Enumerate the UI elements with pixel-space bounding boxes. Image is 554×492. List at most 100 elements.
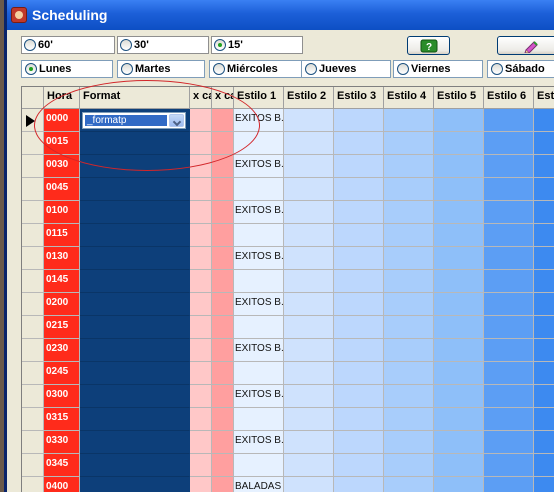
estilo-5-cell[interactable] [434, 109, 484, 132]
format-cell[interactable] [80, 316, 190, 339]
estilo-2-cell[interactable] [284, 132, 334, 155]
estilo-7-cell[interactable] [534, 155, 554, 178]
estilo-1-cell[interactable] [234, 408, 284, 431]
radio-selected-icon[interactable] [214, 39, 226, 51]
estilo-1-cell[interactable]: EXITOS B... [234, 339, 284, 362]
x-ca-1-cell[interactable] [190, 224, 212, 247]
hora-cell[interactable]: 0245 [44, 362, 80, 385]
estilo-3-cell[interactable] [334, 454, 384, 477]
day-option-martes[interactable]: Martes [117, 60, 205, 78]
hora-cell[interactable]: 0400 [44, 477, 80, 492]
estilo-4-cell[interactable] [384, 431, 434, 454]
day-option-lunes[interactable]: Lunes [21, 60, 113, 78]
format-cell[interactable] [80, 178, 190, 201]
estilo-6-cell[interactable] [484, 224, 534, 247]
table-row[interactable]: 0245 [22, 362, 554, 385]
estilo-5-cell[interactable] [434, 178, 484, 201]
x-ca-1-cell[interactable] [190, 270, 212, 293]
hora-cell[interactable]: 0145 [44, 270, 80, 293]
estilo-2-cell[interactable] [284, 293, 334, 316]
interval-60-option[interactable]: 60' [21, 36, 115, 54]
format-cell[interactable] [80, 224, 190, 247]
estilo-7-cell[interactable] [534, 362, 554, 385]
estilo-2-cell[interactable] [284, 155, 334, 178]
estilo-1-cell[interactable] [234, 362, 284, 385]
estilo-3-cell[interactable] [334, 270, 384, 293]
estilo-3-cell[interactable] [334, 109, 384, 132]
header-estilo-5[interactable]: Estilo 5 [434, 87, 484, 109]
table-row[interactable]: 0130 EXITOS B... [22, 247, 554, 270]
estilo-4-cell[interactable] [384, 201, 434, 224]
x-ca-1-cell[interactable] [190, 316, 212, 339]
x-ca-1-cell[interactable] [190, 109, 212, 132]
header-x-ca-1[interactable]: x ca [190, 87, 212, 109]
table-row[interactable]: 0400 BALADAS [22, 477, 554, 492]
estilo-1-cell[interactable]: BALADAS [234, 477, 284, 492]
table-row[interactable]: 0145 [22, 270, 554, 293]
hora-cell[interactable]: 0345 [44, 454, 80, 477]
estilo-6-cell[interactable] [484, 362, 534, 385]
estilo-5-cell[interactable] [434, 224, 484, 247]
x-ca-2-cell[interactable] [212, 316, 234, 339]
x-ca-2-cell[interactable] [212, 155, 234, 178]
x-ca-2-cell[interactable] [212, 201, 234, 224]
x-ca-2-cell[interactable] [212, 270, 234, 293]
estilo-1-cell[interactable]: EXITOS B... [234, 431, 284, 454]
hora-cell[interactable]: 0030 [44, 155, 80, 178]
estilo-4-cell[interactable] [384, 408, 434, 431]
x-ca-2-cell[interactable] [212, 224, 234, 247]
header-estilo-4[interactable]: Estilo 4 [384, 87, 434, 109]
estilo-1-cell[interactable] [234, 224, 284, 247]
estilo-7-cell[interactable] [534, 477, 554, 492]
table-row[interactable]: 0115 [22, 224, 554, 247]
estilo-1-cell[interactable] [234, 178, 284, 201]
edit-button[interactable] [497, 36, 554, 55]
estilo-2-cell[interactable] [284, 339, 334, 362]
format-cell[interactable] [80, 201, 190, 224]
estilo-7-cell[interactable] [534, 247, 554, 270]
estilo-4-cell[interactable] [384, 293, 434, 316]
x-ca-1-cell[interactable] [190, 132, 212, 155]
x-ca-2-cell[interactable] [212, 362, 234, 385]
estilo-2-cell[interactable] [284, 385, 334, 408]
estilo-1-cell[interactable] [234, 454, 284, 477]
estilo-6-cell[interactable] [484, 431, 534, 454]
x-ca-2-cell[interactable] [212, 454, 234, 477]
estilo-7-cell[interactable] [534, 201, 554, 224]
hora-cell[interactable]: 0330 [44, 431, 80, 454]
format-cell[interactable] [80, 339, 190, 362]
format-cell[interactable]: _formatp [80, 109, 190, 132]
x-ca-1-cell[interactable] [190, 201, 212, 224]
x-ca-2-cell[interactable] [212, 431, 234, 454]
title-bar[interactable]: Scheduling [7, 0, 554, 30]
x-ca-2-cell[interactable] [212, 408, 234, 431]
help-button[interactable]: ? [407, 36, 450, 55]
estilo-5-cell[interactable] [434, 201, 484, 224]
hora-cell[interactable]: 0300 [44, 385, 80, 408]
estilo-7-cell[interactable] [534, 339, 554, 362]
hora-cell[interactable]: 0000 [44, 109, 80, 132]
estilo-5-cell[interactable] [434, 316, 484, 339]
format-cell[interactable] [80, 155, 190, 178]
x-ca-1-cell[interactable] [190, 339, 212, 362]
estilo-1-cell[interactable]: EXITOS B... [234, 155, 284, 178]
estilo-6-cell[interactable] [484, 132, 534, 155]
table-row[interactable]: 0015 [22, 132, 554, 155]
estilo-7-cell[interactable] [534, 408, 554, 431]
estilo-1-cell[interactable] [234, 270, 284, 293]
hora-cell[interactable]: 0015 [44, 132, 80, 155]
estilo-5-cell[interactable] [434, 293, 484, 316]
radio-icon[interactable] [121, 63, 133, 75]
estilo-2-cell[interactable] [284, 247, 334, 270]
x-ca-1-cell[interactable] [190, 477, 212, 492]
hora-cell[interactable]: 0230 [44, 339, 80, 362]
estilo-4-cell[interactable] [384, 132, 434, 155]
estilo-5-cell[interactable] [434, 477, 484, 492]
format-cell[interactable] [80, 362, 190, 385]
x-ca-2-cell[interactable] [212, 385, 234, 408]
radio-selected-icon[interactable] [25, 63, 37, 75]
estilo-2-cell[interactable] [284, 454, 334, 477]
estilo-3-cell[interactable] [334, 293, 384, 316]
estilo-3-cell[interactable] [334, 431, 384, 454]
x-ca-2-cell[interactable] [212, 178, 234, 201]
